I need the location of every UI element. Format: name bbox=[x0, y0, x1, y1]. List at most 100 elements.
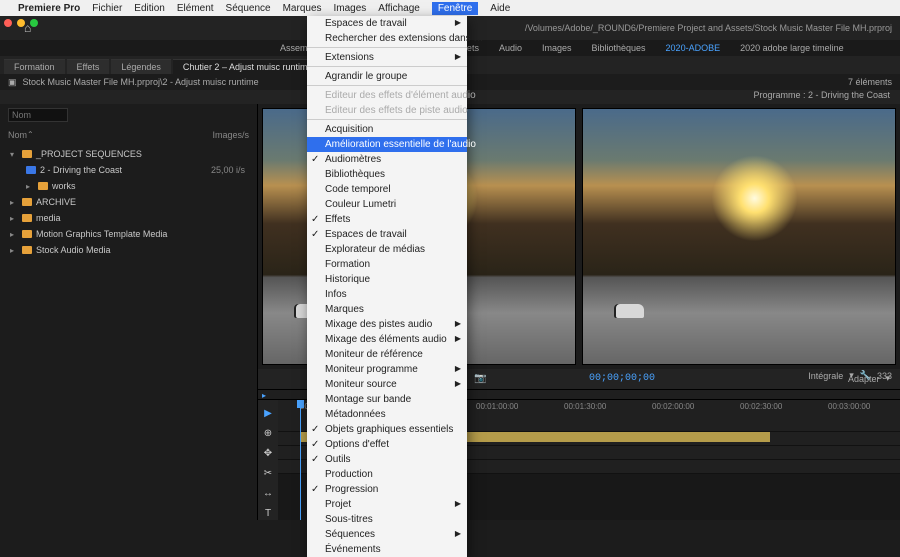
col-name[interactable]: Nom bbox=[8, 130, 27, 140]
menu-element[interactable]: Elément bbox=[177, 3, 214, 14]
zoom-window-icon[interactable] bbox=[30, 19, 38, 27]
tree-archive[interactable]: ▸ARCHIVE bbox=[4, 194, 253, 210]
check-icon: ✓ bbox=[311, 454, 319, 465]
menu-item[interactable]: Couleur Lumetri bbox=[307, 197, 467, 212]
ws-biblio[interactable]: Bibliothèques bbox=[592, 43, 646, 53]
menu-item[interactable]: Mixage des pistes audio▶ bbox=[307, 317, 467, 332]
menu-item[interactable]: Production bbox=[307, 467, 467, 482]
submenu-arrow-icon: ▶ bbox=[455, 529, 461, 538]
menu-item[interactable]: Code temporel bbox=[307, 182, 467, 197]
menu-item[interactable]: Agrandir le groupe bbox=[307, 69, 467, 86]
program-monitor[interactable] bbox=[582, 108, 896, 365]
menu-item[interactable]: Moniteur source▶ bbox=[307, 377, 467, 392]
menu-marques[interactable]: Marques bbox=[283, 3, 322, 14]
menu-item[interactable]: Marques bbox=[307, 302, 467, 317]
type-tool-icon[interactable]: T bbox=[261, 506, 275, 520]
close-window-icon[interactable] bbox=[4, 19, 12, 27]
menu-item[interactable]: Infos bbox=[307, 287, 467, 302]
menu-item[interactable]: Audiomètres✓ bbox=[307, 152, 467, 167]
menu-item[interactable]: Historique bbox=[307, 272, 467, 287]
program-timecode[interactable]: 00;00;00;00 bbox=[589, 373, 655, 384]
razor-tool-icon[interactable]: ✂ bbox=[261, 466, 275, 480]
search-input[interactable] bbox=[8, 108, 68, 122]
tree-media[interactable]: ▸media bbox=[4, 210, 253, 226]
menu-sequence[interactable]: Séquence bbox=[226, 3, 271, 14]
scale-value[interactable]: 333 bbox=[877, 371, 892, 381]
menu-item[interactable]: Moniteur de référence bbox=[307, 347, 467, 362]
menu-edition[interactable]: Edition bbox=[134, 3, 165, 14]
tree-works[interactable]: ▸works bbox=[4, 178, 253, 194]
menu-item[interactable]: Espaces de travail✓ bbox=[307, 227, 467, 242]
playhead[interactable] bbox=[300, 400, 301, 520]
menu-item[interactable]: Événements bbox=[307, 542, 467, 557]
tab-formation[interactable]: Formation bbox=[4, 59, 65, 74]
col-rate[interactable]: Images/s bbox=[212, 130, 249, 140]
window-controls bbox=[4, 19, 38, 27]
check-icon: ✓ bbox=[311, 439, 319, 450]
menu-item[interactable]: Outils✓ bbox=[307, 452, 467, 467]
source-scale: Intégrale▾ 🔧 333 bbox=[808, 370, 892, 381]
minimize-window-icon[interactable] bbox=[17, 19, 25, 27]
toolbox: ▶ ⊕ ✥ ✂ ↔ T bbox=[258, 400, 278, 520]
program-tab[interactable]: Programme : 2 - Driving the Coast bbox=[753, 90, 890, 100]
check-icon: ✓ bbox=[311, 214, 319, 225]
selection-tool-icon[interactable]: ▶ bbox=[261, 406, 275, 420]
menu-item[interactable]: Bibliothèques bbox=[307, 167, 467, 182]
menu-item[interactable]: Rechercher des extensions dans … bbox=[307, 31, 467, 48]
submenu-arrow-icon: ▶ bbox=[455, 52, 461, 61]
app-name[interactable]: Premiere Pro bbox=[18, 3, 80, 14]
submenu-arrow-icon: ▶ bbox=[455, 18, 461, 27]
menu-item[interactable]: Explorateur de médias bbox=[307, 242, 467, 257]
tree-stockaudio[interactable]: ▸Stock Audio Media bbox=[4, 242, 253, 258]
playhead-icon[interactable]: ▸ bbox=[262, 391, 266, 400]
check-icon: ✓ bbox=[311, 484, 319, 495]
menu-item[interactable]: Options d'effet✓ bbox=[307, 437, 467, 452]
ws-2020-adobe[interactable]: 2020-ADOBE bbox=[666, 43, 721, 53]
tab-chutier[interactable]: Chutier 2 – Adjust muisc runtime bbox=[173, 59, 323, 74]
menu-item[interactable]: Effets✓ bbox=[307, 212, 467, 227]
menu-item[interactable]: Extensions▶ bbox=[307, 50, 467, 67]
track-select-tool-icon[interactable]: ⊕ bbox=[261, 426, 275, 440]
menu-item[interactable]: Séquences▶ bbox=[307, 527, 467, 542]
menu-aide[interactable]: Aide bbox=[490, 3, 510, 14]
menu-fichier[interactable]: Fichier bbox=[92, 3, 122, 14]
ripple-tool-icon[interactable]: ✥ bbox=[261, 446, 275, 460]
tree-mogrt[interactable]: ▸Motion Graphics Template Media bbox=[4, 226, 253, 242]
menu-item[interactable]: Espaces de travail▶ bbox=[307, 16, 467, 31]
menu-images[interactable]: Images bbox=[334, 3, 367, 14]
integrale-dropdown[interactable]: Intégrale bbox=[808, 371, 843, 381]
menu-item[interactable]: Métadonnées bbox=[307, 407, 467, 422]
folder-icon bbox=[22, 198, 32, 206]
check-icon: ✓ bbox=[311, 229, 319, 240]
menu-item[interactable]: Formation bbox=[307, 257, 467, 272]
menu-item[interactable]: Moniteur programme▶ bbox=[307, 362, 467, 377]
sequence-icon bbox=[26, 166, 36, 174]
tab-legendes[interactable]: Légendes bbox=[111, 59, 171, 74]
menu-item[interactable]: Projet▶ bbox=[307, 497, 467, 512]
fenetre-dropdown: Espaces de travail▶Rechercher des extens… bbox=[307, 16, 467, 557]
menu-item[interactable]: Amélioration essentielle de l'audio bbox=[307, 137, 467, 152]
menu-fenetre[interactable]: Fenêtre bbox=[432, 2, 478, 15]
project-panel: Nom⌃ Images/s ▾_PROJECT SEQUENCES 2 - Dr… bbox=[0, 104, 258, 520]
wrench-icon[interactable]: 🔧 bbox=[860, 370, 871, 381]
slip-tool-icon[interactable]: ↔ bbox=[261, 486, 275, 500]
menu-item[interactable]: Mixage des éléments audio▶ bbox=[307, 332, 467, 347]
tab-effets[interactable]: Effets bbox=[67, 59, 110, 74]
menu-item[interactable]: Objets graphiques essentiels✓ bbox=[307, 422, 467, 437]
submenu-arrow-icon: ▶ bbox=[455, 319, 461, 328]
bin-icon: ▣ bbox=[8, 77, 17, 88]
menu-item[interactable]: Acquisition bbox=[307, 122, 467, 137]
ruler-mark: 00:01:00:00 bbox=[476, 402, 518, 411]
ws-large-timeline[interactable]: 2020 adobe large timeline bbox=[740, 43, 844, 53]
menu-item[interactable]: Montage sur bande bbox=[307, 392, 467, 407]
export-frame-icon[interactable]: 📷 bbox=[474, 373, 486, 384]
tree-seq[interactable]: 2 - Driving the Coast25,00 i/s bbox=[4, 162, 253, 178]
ws-images[interactable]: Images bbox=[542, 43, 572, 53]
menu-affichage[interactable]: Affichage bbox=[378, 3, 420, 14]
submenu-arrow-icon: ▶ bbox=[455, 379, 461, 388]
menu-item[interactable]: Progression✓ bbox=[307, 482, 467, 497]
tree-root[interactable]: ▾_PROJECT SEQUENCES bbox=[4, 146, 253, 162]
menu-item[interactable]: Sous-titres bbox=[307, 512, 467, 527]
ws-audio[interactable]: Audio bbox=[499, 43, 522, 53]
folder-icon bbox=[38, 182, 48, 190]
